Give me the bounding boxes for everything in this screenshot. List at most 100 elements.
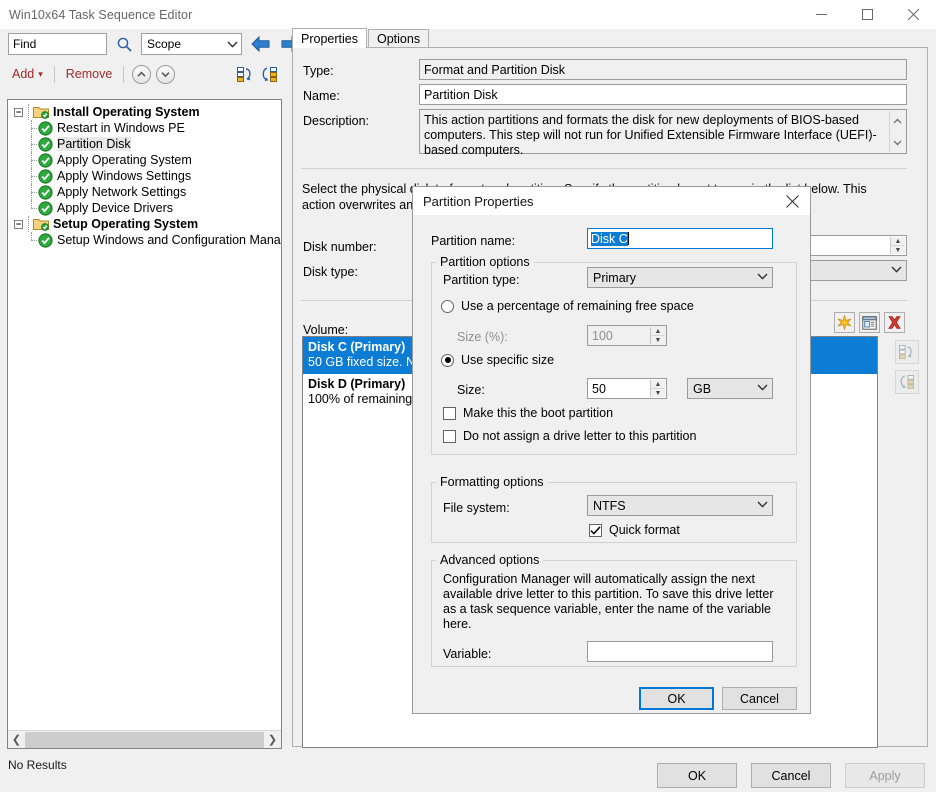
description-textarea[interactable]: This action partitions and formats the d… — [419, 109, 907, 157]
window-controls — [798, 0, 936, 29]
type-label: Type: — [303, 64, 334, 78]
chevron-left-icon[interactable]: ❮ — [8, 731, 25, 748]
tree-group-install-os[interactable]: − Install Operating System — [8, 104, 281, 120]
partition-properties-icon[interactable] — [859, 312, 880, 333]
quick-format-checkbox[interactable] — [589, 523, 602, 537]
new-partition-icon[interactable] — [834, 312, 855, 333]
delete-partition-icon[interactable] — [884, 312, 905, 333]
tree-connector — [25, 120, 38, 136]
close-icon[interactable] — [774, 187, 810, 215]
size-unit-select[interactable]: GB — [687, 378, 773, 399]
add-button[interactable]: Add — [9, 67, 37, 81]
stepper-down-icon: ▼ — [651, 336, 665, 344]
chevron-up-circle-icon[interactable] — [132, 64, 152, 84]
stepper-up-icon[interactable]: ▲ — [891, 237, 905, 246]
close-icon[interactable] — [890, 0, 936, 29]
task-sequence-tree[interactable]: − Install Operating System Restart in Wi… — [7, 99, 282, 749]
tree-item-apply-network-settings[interactable]: Apply Network Settings — [8, 184, 281, 200]
green-check-icon — [38, 232, 53, 248]
chevron-down-icon — [891, 265, 902, 276]
file-system-select[interactable]: NTFS — [587, 495, 773, 516]
tree-node-label: Setup Windows and Configuration Manager — [57, 233, 281, 247]
size-input[interactable]: 50 ▲ ▼ — [587, 378, 667, 399]
tree-nodes-container: − Install Operating System Restart in Wi… — [8, 100, 281, 729]
stepper-down-icon[interactable]: ▼ — [891, 246, 905, 254]
remove-button[interactable]: Remove — [63, 67, 116, 81]
back-button[interactable] — [248, 33, 272, 56]
tree-item-apply-device-drivers[interactable]: Apply Device Drivers — [8, 200, 281, 216]
step-toolbar: Add ▾ Remove — [0, 59, 282, 89]
tree-item-apply-windows-settings[interactable]: Apply Windows Settings — [8, 168, 281, 184]
partition-name-label: Partition name: — [431, 234, 516, 248]
size-unit-value: GB — [693, 381, 712, 396]
partition-name-input[interactable]: Disk C — [587, 228, 773, 249]
partition-properties-dialog: Partition Properties Partition name: Dis… — [412, 186, 811, 714]
no-drive-letter-label: Do not assign a drive letter to this par… — [463, 429, 697, 443]
boot-partition-row[interactable]: Make this the boot partition — [443, 406, 613, 420]
volume-toolbar — [834, 312, 905, 333]
add-dropdown-caret[interactable]: ▾ — [37, 69, 46, 80]
no-drive-letter-checkbox[interactable] — [443, 429, 456, 443]
size-stepper[interactable]: ▲ ▼ — [650, 380, 665, 397]
no-drive-letter-row[interactable]: Do not assign a drive letter to this par… — [443, 429, 696, 443]
disk-number-stepper[interactable]: ▲ ▼ — [890, 237, 905, 254]
chevron-right-icon[interactable]: ❯ — [264, 731, 281, 748]
boot-partition-checkbox[interactable] — [443, 406, 456, 420]
size-percent-input: 100 ▲ ▼ — [587, 325, 667, 346]
minimize-icon[interactable] — [798, 0, 844, 29]
add-group-icon[interactable] — [234, 64, 256, 84]
tree-node-label: Apply Network Settings — [57, 185, 187, 199]
tree-item-apply-os[interactable]: Apply Operating System — [8, 152, 281, 168]
tree-item-partition-disk[interactable]: Partition Disk — [8, 136, 281, 152]
collapse-toggle-icon[interactable]: − — [12, 106, 25, 119]
use-percentage-radio[interactable] — [441, 299, 454, 313]
chevron-down-icon[interactable] — [893, 135, 902, 150]
use-percentage-radio-row[interactable]: Use a percentage of remaining free space — [441, 299, 694, 313]
green-check-icon — [38, 200, 53, 216]
quick-format-row[interactable]: Quick format — [589, 523, 680, 537]
footer-cancel-button[interactable]: Cancel — [751, 763, 831, 788]
tab-label: Properties — [301, 31, 358, 46]
tree-group-setup-os[interactable]: − Setup Operating System — [8, 216, 281, 232]
description-scrollbar[interactable] — [889, 111, 905, 152]
use-specific-size-radio-row[interactable]: Use specific size — [441, 353, 554, 367]
copy-steps-icon[interactable] — [258, 64, 280, 84]
type-value: Format and Partition Disk — [419, 59, 907, 80]
footer-ok-button[interactable]: OK — [657, 763, 737, 788]
scope-value: Scope — [147, 37, 182, 51]
chevron-up-icon[interactable] — [893, 113, 902, 128]
dialog-title: Partition Properties — [423, 193, 534, 209]
tree-connector — [25, 152, 38, 168]
toolbar-divider-2 — [123, 65, 125, 83]
name-input[interactable]: Partition Disk — [419, 84, 907, 105]
tree-horizontal-scrollbar[interactable]: ❮ ❯ — [8, 730, 281, 748]
partition-type-select[interactable]: Primary — [587, 267, 773, 288]
chevron-down-icon — [757, 383, 768, 394]
find-input[interactable]: Find — [8, 33, 107, 55]
collapse-toggle-icon[interactable]: − — [12, 218, 25, 231]
maximize-icon[interactable] — [844, 0, 890, 29]
tab-properties[interactable]: Properties — [292, 28, 367, 48]
scrollbar-thumb[interactable] — [25, 731, 264, 748]
tab-label: Options — [376, 32, 421, 46]
tree-item-setup-windows-cm[interactable]: Setup Windows and Configuration Manager — [8, 232, 281, 248]
green-check-icon — [38, 120, 53, 136]
scope-select[interactable]: Scope — [141, 33, 242, 55]
tree-item-restart-winpe[interactable]: Restart in Windows PE — [8, 120, 281, 136]
stepper-down-icon[interactable]: ▼ — [651, 389, 665, 397]
chevron-down-circle-icon[interactable] — [156, 64, 176, 84]
stepper-up-icon[interactable]: ▲ — [651, 380, 665, 389]
search-icon[interactable] — [113, 33, 135, 55]
size-label: Size: — [457, 383, 485, 397]
footer-apply-label: Apply — [869, 768, 901, 783]
tab-options[interactable]: Options — [367, 29, 430, 48]
use-specific-size-radio[interactable] — [441, 353, 454, 367]
dialog-cancel-button[interactable]: Cancel — [722, 687, 797, 710]
file-system-label: File system: — [443, 501, 510, 515]
chevron-down-icon — [757, 500, 768, 511]
variable-input[interactable] — [587, 641, 773, 662]
dialog-ok-button[interactable]: OK — [639, 687, 714, 710]
toolbar-divider-1 — [53, 65, 55, 83]
